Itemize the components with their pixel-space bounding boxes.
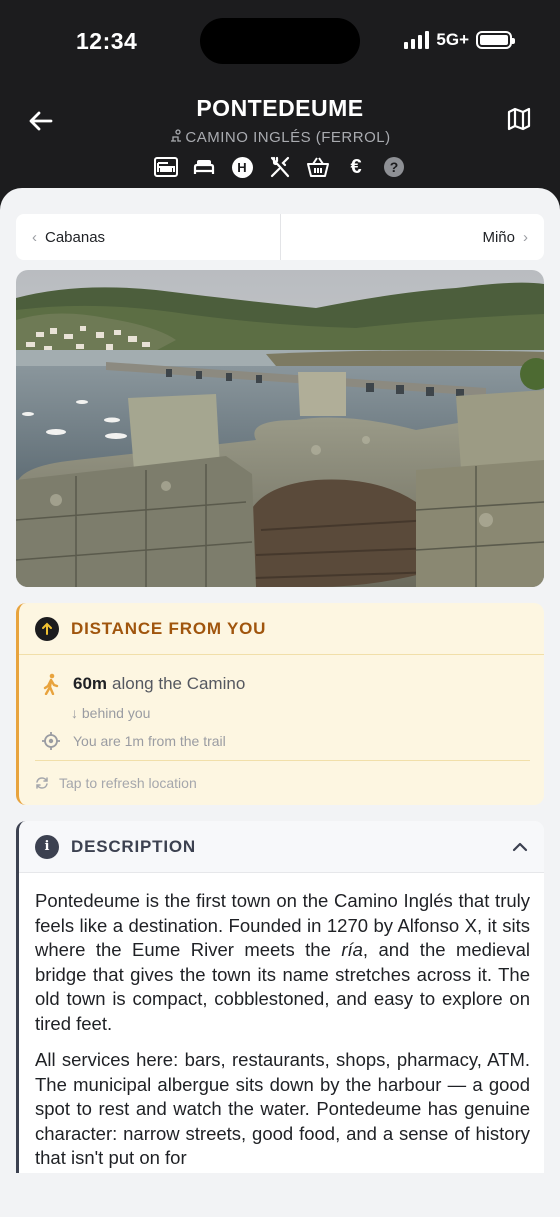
distance-value: 60m [73, 674, 108, 693]
distance-header: DISTANCE FROM YOU [19, 603, 544, 655]
refresh-location-button[interactable]: Tap to refresh location [35, 775, 197, 791]
next-town-button[interactable]: Miño › [281, 214, 545, 260]
hotel-icon: H [230, 155, 254, 179]
chevron-right-icon: › [523, 228, 528, 246]
location-target-icon [42, 732, 60, 750]
trail-distance-row: You are 1m from the trail [41, 731, 226, 751]
service-icons: H € ? [0, 155, 560, 179]
status-bar: 12:34 5G+ [0, 0, 560, 80]
map-icon [507, 107, 531, 131]
walking-icon [43, 673, 59, 695]
behind-label: ↓ behind you [71, 705, 151, 721]
next-town-label: Miño [482, 228, 515, 246]
description-paragraph: Pontedeume is the first town on the Cami… [35, 890, 530, 1034]
route-icon [171, 129, 182, 142]
map-button[interactable] [506, 106, 532, 132]
page-title: PONTEDEUME [196, 95, 364, 121]
signal-icon [404, 31, 430, 49]
description-header[interactable]: i DESCRIPTION [19, 821, 544, 873]
route-subtitle: CAMINO INGLÉS (FERROL) [0, 129, 560, 146]
stage-navigation: ‹ Cabanas Miño › [16, 214, 544, 260]
albergue-icon [154, 155, 178, 179]
refresh-icon [36, 777, 48, 789]
arrow-up-icon [35, 616, 59, 641]
trail-distance-label: You are 1m from the trail [73, 733, 226, 749]
divider [35, 760, 530, 761]
bottom-bar-area [0, 1173, 560, 1217]
help-icon: ? [382, 155, 406, 179]
restaurant-icon [268, 155, 292, 179]
header: PONTEDEUME CAMINO INGLÉS (FERROL) H € ? [0, 80, 560, 190]
content-sheet: ‹ Cabanas Miño › DISTANCE FROM YOU 60m a… [0, 188, 560, 1217]
route-name: CAMINO INGLÉS (FERROL) [185, 129, 391, 146]
bed-icon [192, 155, 216, 179]
euro-icon: € [350, 155, 362, 178]
status-indicators: 5G+ [404, 30, 515, 50]
description-body: Pontedeume is the first town on the Cami… [19, 873, 544, 1171]
refresh-label: Tap to refresh location [59, 775, 197, 791]
dynamic-island [200, 18, 360, 64]
town-photo-image [16, 270, 544, 587]
distance-card[interactable]: DISTANCE FROM YOU 60m along the Camino ↓… [16, 603, 544, 805]
description-title: DESCRIPTION [71, 836, 196, 856]
description-card: i DESCRIPTION Pontedeume is the first to… [16, 821, 544, 1217]
battery-icon [476, 31, 515, 49]
network-label: 5G+ [436, 30, 469, 49]
description-paragraph: All services here: bars, restaurants, sh… [35, 1049, 530, 1168]
town-photo[interactable] [16, 270, 544, 587]
shop-basket-icon [306, 155, 330, 179]
info-icon: i [35, 834, 59, 859]
chevron-up-icon[interactable] [508, 835, 532, 859]
chevron-left-icon: ‹ [32, 228, 37, 246]
previous-town-button[interactable]: ‹ Cabanas [16, 214, 281, 260]
distance-along-label: along the Camino [112, 674, 246, 693]
previous-town-label: Cabanas [45, 228, 106, 246]
distance-title: DISTANCE FROM YOU [71, 618, 267, 638]
distance-along-row: 60m along the Camino [41, 673, 245, 695]
status-time: 12:34 [76, 28, 138, 54]
